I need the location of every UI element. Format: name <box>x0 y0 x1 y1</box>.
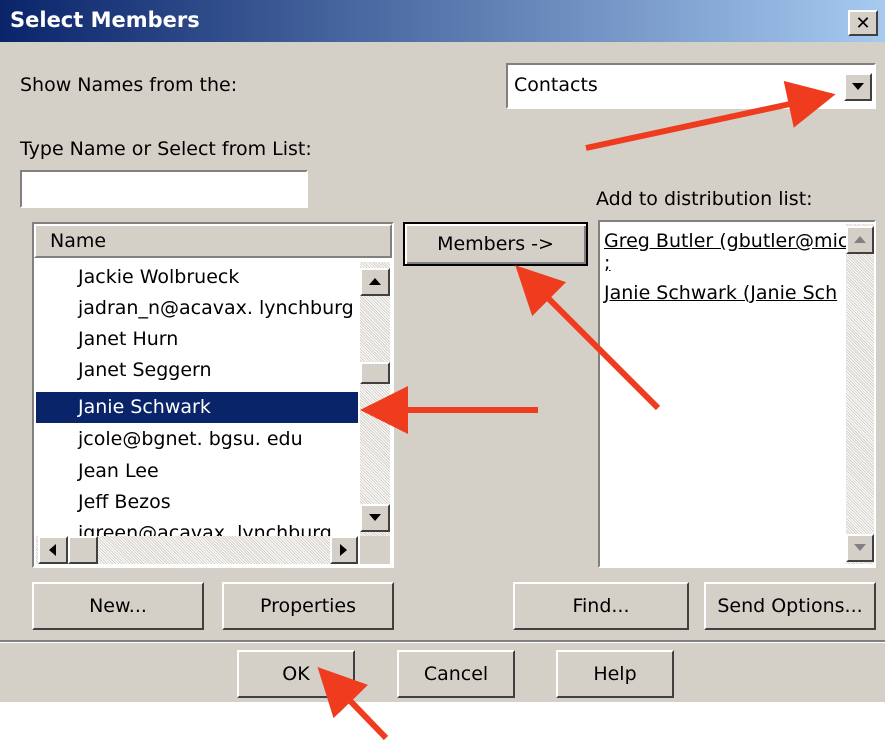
list-item[interactable]: Janet Seggern <box>78 355 212 386</box>
list-item[interactable]: Jean Lee <box>78 456 159 487</box>
scroll-down-icon[interactable] <box>360 504 390 532</box>
button-row-divider <box>0 640 885 643</box>
distribution-list-box[interactable] <box>598 220 876 568</box>
distribution-separator: ; <box>604 252 611 274</box>
name-list-vscroll-track[interactable] <box>360 262 390 536</box>
members-button[interactable]: Members -> <box>403 222 588 266</box>
list-item[interactable]: Janet Hurn <box>78 324 178 355</box>
find-button[interactable]: Find... <box>513 582 689 630</box>
scroll-left-icon[interactable] <box>38 536 68 564</box>
dropdown-chevron-icon[interactable] <box>844 73 872 101</box>
scroll-up-icon[interactable] <box>360 268 390 296</box>
close-button[interactable]: ✕ <box>848 10 878 36</box>
list-item[interactable]: Jeff Bezos <box>78 487 171 518</box>
list-item[interactable]: jadran_n@acavax. lynchburg <box>78 293 354 324</box>
name-list-vscroll-thumb[interactable] <box>360 362 390 384</box>
ok-button[interactable]: OK <box>237 650 355 698</box>
name-search-input[interactable] <box>20 170 308 208</box>
scroll-down-icon <box>846 534 874 562</box>
list-item[interactable]: jgreen@acavax. lynchburg <box>78 518 332 536</box>
title-bar[interactable]: Select Members <box>0 0 885 42</box>
address-book-dropdown[interactable]: Contacts <box>506 63 876 109</box>
cancel-button[interactable]: Cancel <box>397 650 515 698</box>
help-button[interactable]: Help <box>556 650 674 698</box>
distribution-vscroll-track <box>846 224 874 564</box>
name-column-header-label: Name <box>50 230 107 252</box>
list-item-selected[interactable]: Janie Schwark <box>78 392 211 423</box>
send-options-button[interactable]: Send Options... <box>704 582 876 630</box>
show-names-label: Show Names from the: <box>20 74 238 96</box>
dialog-title: Select Members <box>10 8 200 32</box>
properties-button[interactable]: Properties <box>222 582 394 630</box>
address-book-value: Contacts <box>514 74 598 96</box>
scroll-corner <box>360 536 390 564</box>
distribution-entry[interactable]: Janie Schwark (Janie Sch <box>604 282 837 304</box>
distribution-list-label: Add to distribution list: <box>596 188 813 210</box>
name-list-hscroll-thumb[interactable] <box>68 536 98 564</box>
distribution-entry[interactable]: Greg Butler (gbutler@mic <box>604 230 848 252</box>
select-members-dialog: Select Members ✕ Show Names from the: Co… <box>0 0 885 702</box>
name-list-viewport: Jackie Wolbrueck jadran_n@acavax. lynchb… <box>36 262 358 536</box>
list-item[interactable]: Jackie Wolbrueck <box>78 262 239 293</box>
new-button[interactable]: New... <box>32 582 204 630</box>
name-column-header[interactable]: Name <box>34 224 392 258</box>
type-name-label: Type Name or Select from List: <box>20 138 312 160</box>
scroll-up-icon <box>846 226 874 254</box>
scroll-right-icon[interactable] <box>330 536 358 564</box>
list-item[interactable]: jcole@bgnet. bgsu. edu <box>78 424 303 455</box>
